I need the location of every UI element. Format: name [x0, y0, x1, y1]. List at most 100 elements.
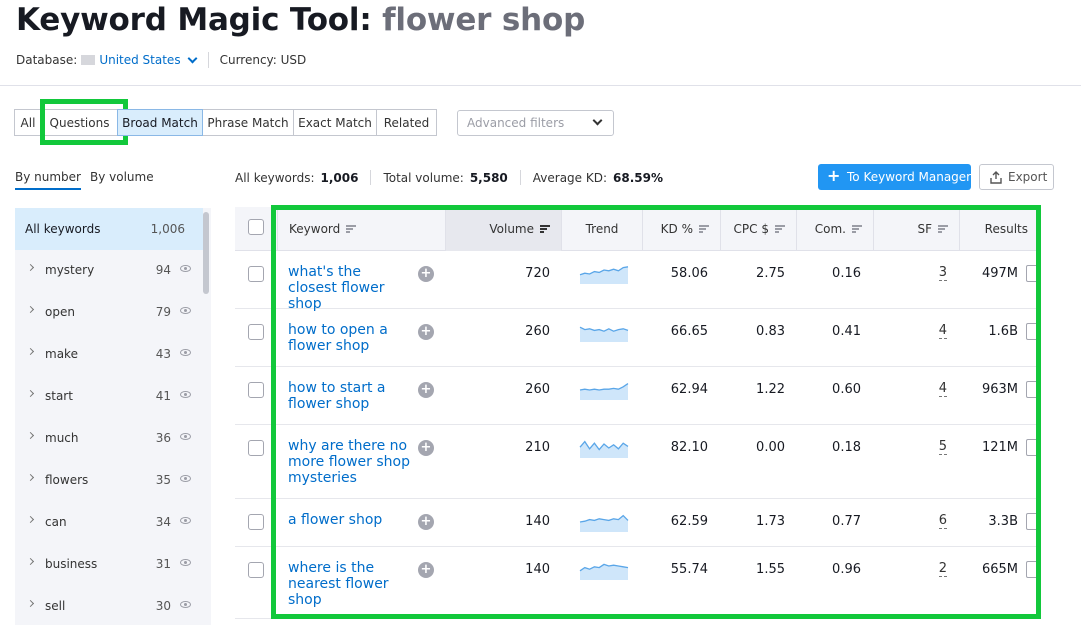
sidebar-item-much[interactable]: much 36 — [15, 418, 203, 460]
serp-preview-icon[interactable] — [1026, 561, 1040, 578]
chevron-down-icon — [592, 115, 603, 126]
tab-by-volume[interactable]: By volume — [90, 170, 154, 184]
serp-features-link[interactable]: 4 — [938, 324, 947, 339]
sidebar-item-can[interactable]: can 34 — [15, 502, 203, 544]
add-to-list-icon[interactable]: + — [418, 514, 434, 530]
add-to-list-icon[interactable]: + — [418, 562, 434, 578]
sort-icon — [775, 225, 785, 233]
add-to-list-icon[interactable]: + — [418, 324, 434, 340]
serp-features-link[interactable]: 4 — [938, 382, 947, 397]
add-to-list-icon[interactable]: + — [418, 266, 434, 282]
column-results[interactable]: Results — [959, 207, 1040, 251]
eye-icon[interactable] — [180, 349, 191, 356]
row-checkbox[interactable] — [248, 382, 264, 398]
sidebar-item-all-keywords[interactable]: All keywords 1,006 — [15, 208, 203, 250]
divider — [519, 170, 521, 185]
row-checkbox[interactable] — [248, 514, 264, 530]
trend-sparkline — [579, 266, 629, 284]
tab-phrase-match[interactable]: Phrase Match — [202, 109, 294, 136]
serp-features-link[interactable]: 3 — [938, 266, 947, 281]
sidebar-item-make[interactable]: make 43 — [15, 334, 203, 376]
row-checkbox[interactable] — [248, 324, 264, 340]
serp-features-link[interactable]: 5 — [938, 440, 947, 455]
sidebar-item-open[interactable]: open 79 — [15, 292, 203, 334]
eye-icon[interactable] — [180, 391, 191, 398]
cpc-cell: 1.55 — [756, 562, 785, 577]
sidebar-item-business[interactable]: business 31 — [15, 544, 203, 586]
eye-icon[interactable] — [180, 433, 191, 440]
serp-preview-icon[interactable] — [1026, 381, 1040, 398]
column-competition[interactable]: Com. — [796, 207, 873, 251]
page-title-label: Keyword Magic Tool: — [16, 2, 372, 38]
keyword-link[interactable]: how to start a flower shop — [288, 380, 410, 412]
eye-icon[interactable] — [180, 559, 191, 566]
chevron-right-icon[interactable] — [26, 389, 35, 398]
eye-icon[interactable] — [180, 601, 191, 608]
chevron-right-icon[interactable] — [26, 263, 35, 272]
column-keyword[interactable]: Keyword — [277, 207, 445, 251]
chevron-right-icon[interactable] — [26, 431, 35, 440]
table-row: how to start a flower shop +260 62.94 1.22 0… — [235, 367, 1040, 425]
flag-icon — [81, 55, 96, 65]
column-volume[interactable]: Volume — [445, 207, 561, 251]
sidebar-item-mystery[interactable]: mystery 94 — [15, 250, 203, 292]
chevron-right-icon[interactable] — [26, 599, 35, 608]
table-row: what's the closest flower shop +720 58.06 2… — [235, 251, 1040, 312]
chevron-right-icon[interactable] — [26, 473, 35, 482]
to-keyword-manager-button[interactable]: + To Keyword Manager — [818, 164, 971, 190]
keyword-link[interactable]: why are there no more flower shop myster… — [288, 438, 410, 486]
serp-features-link[interactable]: 2 — [938, 562, 947, 577]
keyword-link[interactable]: where is the nearest flower shop — [288, 560, 410, 608]
tab-exact-match[interactable]: Exact Match — [293, 109, 377, 136]
row-checkbox[interactable] — [248, 440, 264, 456]
serp-features-link[interactable]: 6 — [938, 514, 947, 529]
sidebar-item-label: can — [45, 515, 67, 529]
export-button[interactable]: Export — [979, 164, 1054, 190]
sort-icon — [852, 225, 862, 233]
serp-preview-icon[interactable] — [1026, 439, 1040, 456]
sidebar-scrollbar[interactable] — [203, 212, 209, 294]
tab-questions[interactable]: Questions — [41, 109, 118, 136]
trend-sparkline — [579, 326, 629, 342]
chevron-down-icon[interactable] — [187, 53, 198, 63]
column-cpc[interactable]: CPC $ — [720, 207, 796, 251]
chevron-right-icon[interactable] — [26, 515, 35, 524]
sidebar-item-sell[interactable]: sell 30 — [15, 586, 203, 625]
keyword-link[interactable]: what's the closest flower shop — [288, 264, 410, 312]
sidebar-item-count: 79 — [155, 305, 171, 319]
add-to-list-icon[interactable]: + — [418, 382, 434, 398]
advanced-filters-dropdown[interactable]: Advanced filters — [457, 110, 614, 136]
sidebar-item-flowers[interactable]: flowers 35 — [15, 460, 203, 502]
serp-preview-icon[interactable] — [1026, 265, 1040, 282]
eye-icon[interactable] — [180, 517, 191, 524]
row-checkbox[interactable] — [248, 266, 264, 282]
sidebar-item-start[interactable]: start 41 — [15, 376, 203, 418]
keyword-link[interactable]: a flower shop — [288, 512, 410, 528]
serp-preview-icon[interactable] — [1026, 323, 1040, 340]
tab-related[interactable]: Related — [376, 109, 437, 136]
add-to-list-icon[interactable]: + — [418, 440, 434, 456]
all-keywords-value: 1,006 — [320, 170, 359, 185]
sort-icon — [346, 225, 357, 233]
keyword-link[interactable]: how to open a flower shop — [288, 322, 410, 354]
tab-broad-match[interactable]: Broad Match — [117, 109, 203, 136]
column-kd[interactable]: KD % — [642, 207, 720, 251]
chevron-right-icon[interactable] — [26, 347, 35, 356]
eye-icon[interactable] — [180, 307, 191, 314]
chevron-right-icon[interactable] — [26, 557, 35, 566]
serp-preview-icon[interactable] — [1026, 513, 1040, 530]
tab-by-number[interactable]: By number — [15, 170, 81, 190]
page-title: Keyword Magic Tool: flower shop — [16, 2, 585, 38]
cpc-cell: 1.22 — [756, 382, 785, 397]
eye-icon[interactable] — [180, 475, 191, 482]
average-kd-value: 68.59% — [613, 170, 664, 185]
column-serp-features[interactable]: SF — [873, 207, 959, 251]
kd-cell: 55.74 — [670, 562, 708, 577]
currency-label: Currency: USD — [219, 53, 307, 67]
tab-all[interactable]: All — [14, 109, 42, 136]
database-selector[interactable]: United States — [99, 53, 180, 67]
eye-icon[interactable] — [180, 265, 191, 272]
chevron-right-icon[interactable] — [26, 305, 35, 314]
row-checkbox[interactable] — [248, 562, 264, 578]
select-all-checkbox[interactable] — [248, 219, 264, 235]
